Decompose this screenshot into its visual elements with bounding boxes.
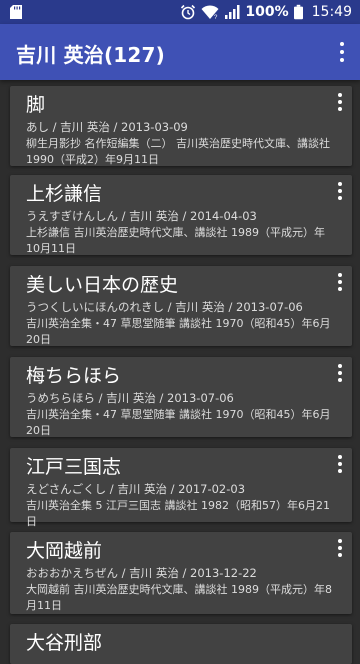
- list-item[interactable]: 大谷刑部: [10, 624, 352, 664]
- work-meta: えどさんごくし / 吉川 英治 / 2017-02-03: [26, 482, 246, 496]
- more-vertical-icon[interactable]: [336, 181, 344, 203]
- more-vertical-icon[interactable]: [336, 538, 344, 560]
- work-source: 大岡越前 吉川英治歴史時代文庫、講談社 1989（平成元）年8月11日: [26, 583, 332, 612]
- work-source: 吉川英治全集・47 草思堂随筆 講談社 1970（昭和45）年6月20日: [26, 408, 331, 437]
- signal-icon: [225, 5, 240, 19]
- work-meta: うえすぎけんしん / 吉川 英治 / 2014-04-03: [26, 209, 257, 223]
- more-vertical-icon[interactable]: [336, 272, 344, 294]
- more-vertical-icon[interactable]: [336, 363, 344, 385]
- work-meta: うつくしいにほんのれきし / 吉川 英治 / 2013-07-06: [26, 300, 303, 314]
- battery-icon: [293, 4, 303, 20]
- work-title: 脚: [26, 94, 46, 116]
- page-title: 吉川 英治(127): [16, 43, 165, 67]
- svg-text:?: ?: [214, 15, 218, 20]
- work-source: 柳生月影抄 名作短編集（二） 吉川英治歴史時代文庫、講談社 1990（平成2）年…: [26, 137, 330, 166]
- list-item[interactable]: 江戸三国志 えどさんごくし / 吉川 英治 / 2017-02-03 吉川英治全…: [10, 448, 352, 528]
- list-item[interactable]: 脚 あし / 吉川 英治 / 2013-03-09 柳生月影抄 名作短編集（二）…: [10, 86, 352, 166]
- work-meta: うめちらほら / 吉川 英治 / 2013-07-06: [26, 391, 234, 405]
- clock: 15:49: [311, 4, 352, 20]
- work-source: 上杉謙信 吉川英治歴史時代文庫、講談社 1989（平成元）年10月11日: [26, 226, 325, 255]
- list-item[interactable]: 大岡越前 おおおかえちぜん / 吉川 英治 / 2013-12-22 大岡越前 …: [10, 532, 352, 614]
- list-item[interactable]: 美しい日本の歴史 うつくしいにほんのれきし / 吉川 英治 / 2013-07-…: [10, 266, 352, 346]
- more-vertical-icon[interactable]: [336, 92, 344, 114]
- wifi-icon: ?: [201, 5, 219, 20]
- more-vertical-icon[interactable]: [338, 40, 346, 64]
- sd-card-icon: [10, 5, 22, 19]
- list-item[interactable]: 上杉謙信 うえすぎけんしん / 吉川 英治 / 2014-04-03 上杉謙信 …: [10, 175, 352, 255]
- work-title: 梅ちらほら: [26, 365, 122, 387]
- alarm-icon: [181, 4, 196, 20]
- work-title: 大谷刑部: [26, 632, 103, 654]
- work-title: 大岡越前: [26, 540, 103, 562]
- work-source: 吉川英治全集 5 江戸三国志 講談社 1982（昭和57）年6月21日: [26, 499, 330, 528]
- work-title: 上杉謙信: [26, 183, 103, 205]
- list-item[interactable]: 梅ちらほら うめちらほら / 吉川 英治 / 2013-07-06 吉川英治全集…: [10, 357, 352, 437]
- work-title: 美しい日本の歴史: [26, 274, 179, 296]
- more-vertical-icon[interactable]: [336, 454, 344, 476]
- battery-percent: 100%: [245, 4, 289, 20]
- work-title: 江戸三国志: [26, 456, 122, 478]
- work-meta: あし / 吉川 英治 / 2013-03-09: [26, 120, 188, 134]
- status-bar: ? 100% 15:49: [0, 0, 360, 24]
- work-source: 吉川英治全集・47 草思堂随筆 講談社 1970（昭和45）年6月20日: [26, 317, 331, 346]
- work-meta: おおおかえちぜん / 吉川 英治 / 2013-12-22: [26, 566, 257, 580]
- app-bar: 吉川 英治(127): [0, 24, 360, 80]
